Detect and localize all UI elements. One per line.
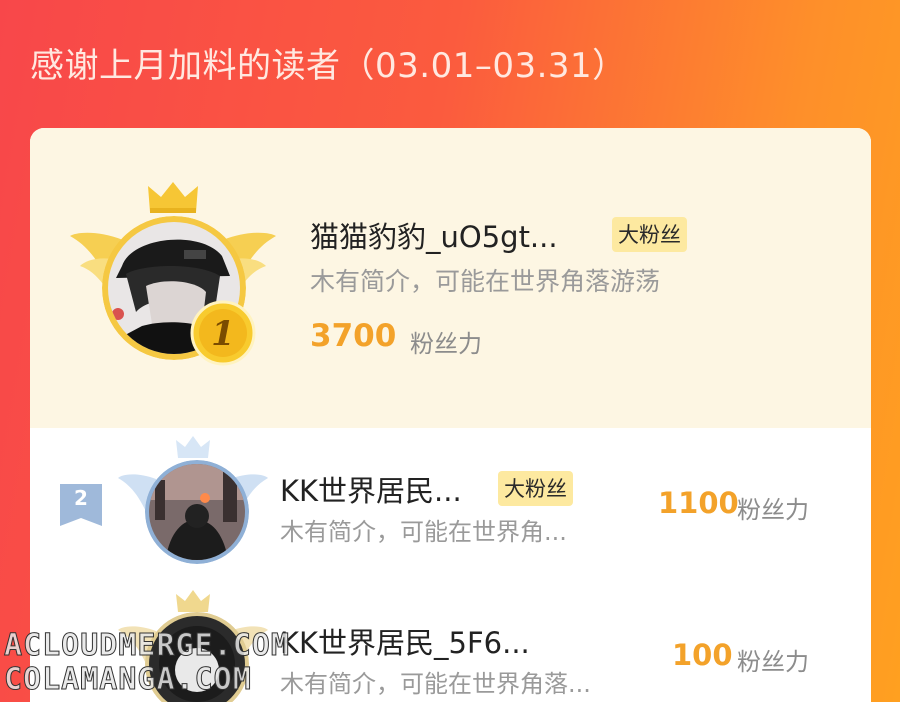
rank-1-medal-icon: 1 — [190, 300, 256, 366]
rank-number: 2 — [74, 486, 88, 510]
reader-row-rank-2[interactable]: 2 KK世界居民... 大粉丝 木有简介，可能在世界角... 1100 粉丝力 — [30, 428, 871, 578]
reader-name[interactable]: KK世界居民... — [280, 468, 462, 510]
watermark-line-2: COLAMANGA.COM — [4, 662, 252, 698]
crown-icon — [176, 436, 210, 458]
reader-name[interactable]: KK世界居民_5F6... — [280, 620, 530, 662]
reader-bio: 木有简介，可能在世界角落... — [280, 670, 591, 698]
reader-ranking-card: 1 猫猫豹豹_uO5gt... 大粉丝 木有简介，可能在世界角落游荡 3700 … — [30, 128, 871, 702]
crown-icon — [176, 590, 210, 612]
fan-level-badge: 大粉丝 — [498, 471, 573, 506]
watermark-line-1: ACLOUDMERGE.COM — [4, 628, 290, 664]
fan-power-value: 1100 — [658, 486, 739, 520]
avatar[interactable] — [145, 460, 249, 564]
reader-row-rank-1[interactable]: 1 猫猫豹豹_uO5gt... 大粉丝 木有简介，可能在世界角落游荡 3700 … — [30, 128, 871, 428]
fan-level-badge: 大粉丝 — [612, 217, 687, 252]
crown-icon — [148, 182, 198, 213]
fan-power-value: 3700 — [310, 318, 397, 354]
fan-power-label: 粉丝力 — [410, 330, 482, 358]
fan-power-value: 100 — [672, 638, 733, 672]
page-title: 感谢上月加料的读者（03.01–03.31） — [30, 46, 627, 86]
fan-power-label: 粉丝力 — [737, 496, 809, 524]
fan-power-label: 粉丝力 — [737, 648, 809, 676]
svg-text:1: 1 — [211, 314, 235, 354]
reader-bio: 木有简介，可能在世界角落游荡 — [310, 267, 661, 296]
reader-name[interactable]: 猫猫豹豹_uO5gt... — [310, 214, 558, 256]
reader-bio: 木有简介，可能在世界角... — [280, 518, 567, 546]
